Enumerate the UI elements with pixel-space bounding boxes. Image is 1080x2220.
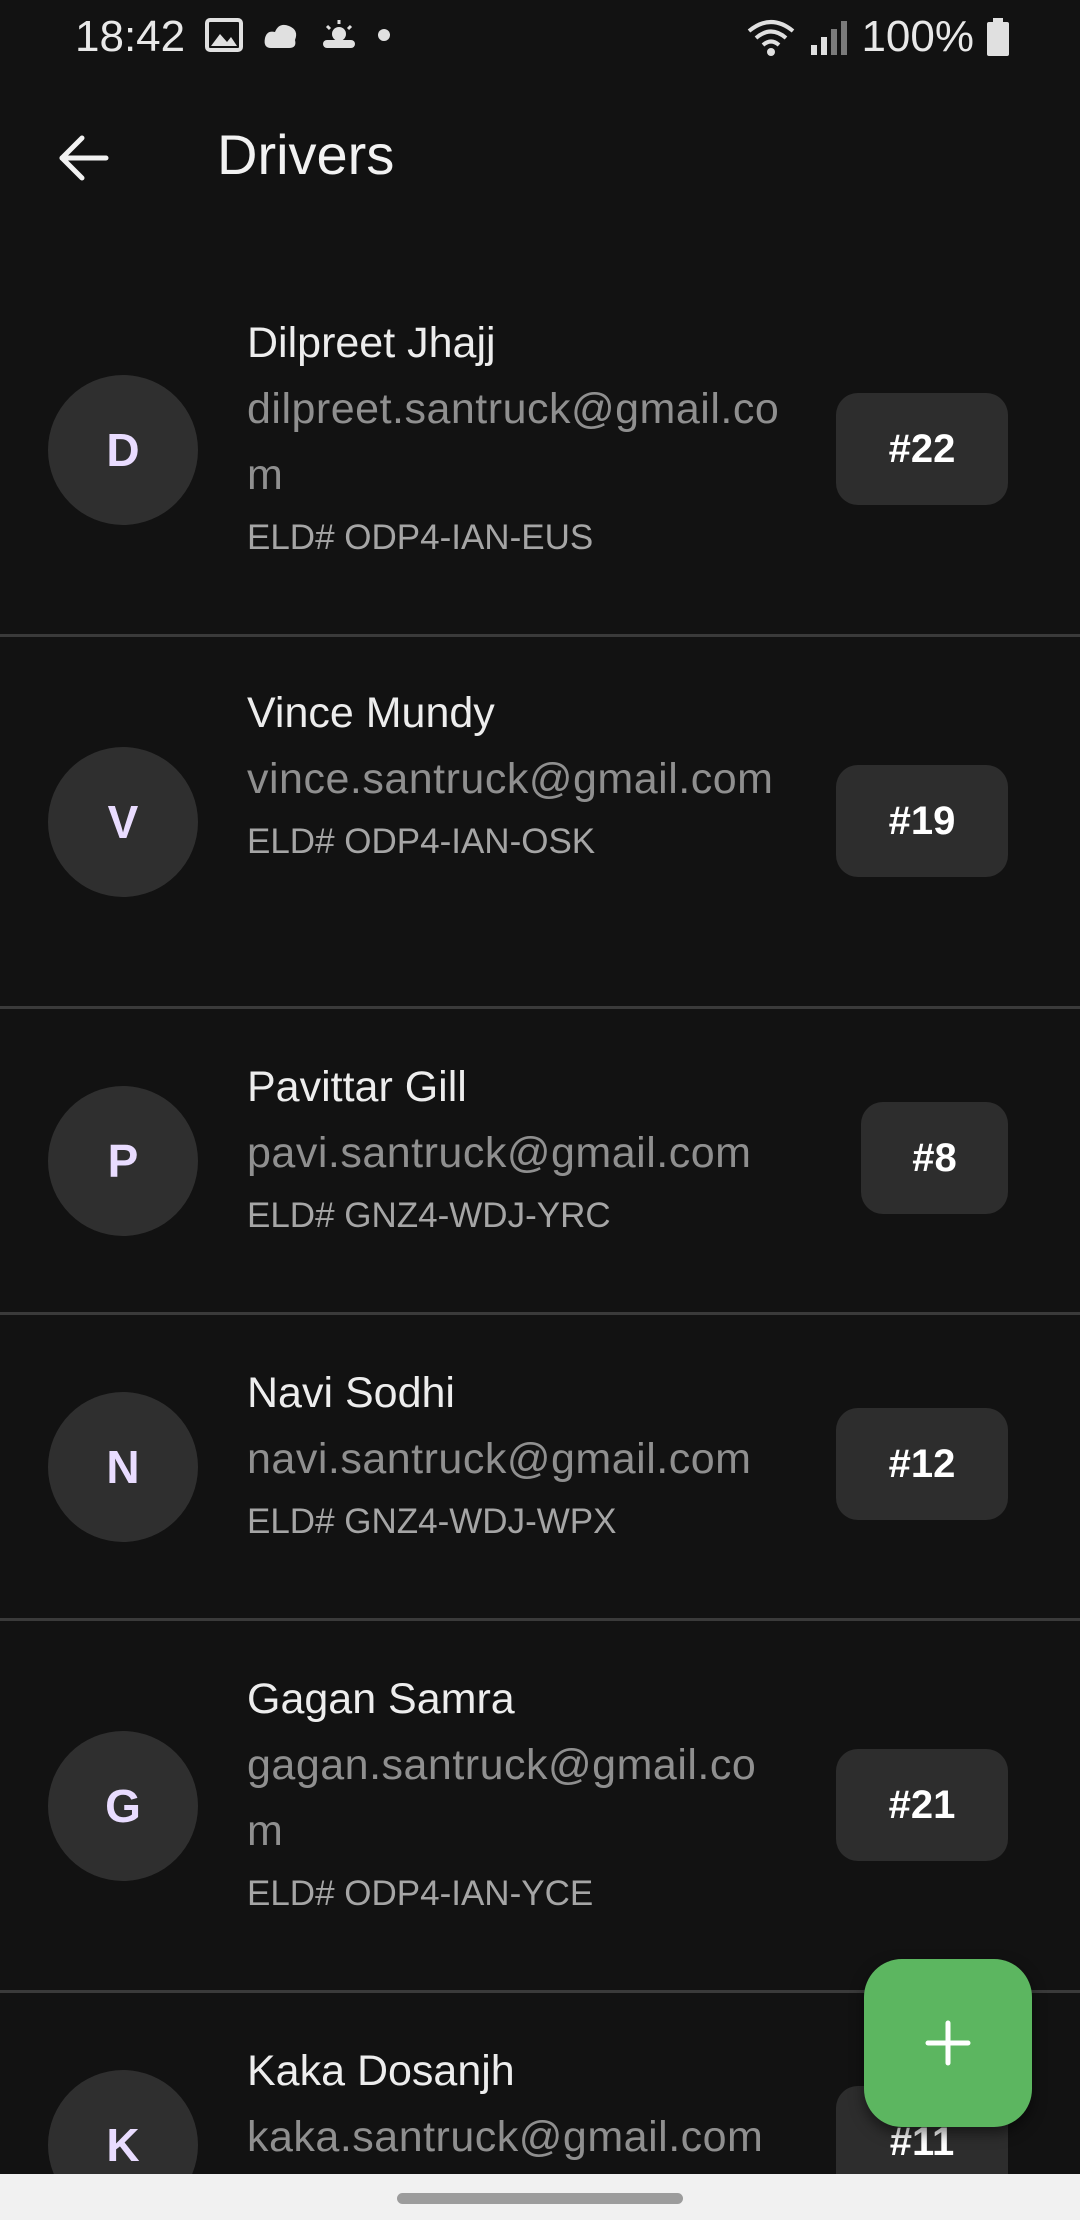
driver-eld: ELD# ODP4-IAN-YCE	[247, 1874, 594, 1913]
driver-name: Pavittar Gill	[247, 1063, 467, 1111]
page-title: Drivers	[217, 123, 395, 186]
plus-icon	[925, 2020, 971, 2066]
arrow-left-icon	[59, 135, 109, 181]
avatar: P	[48, 1086, 198, 1236]
notification-icons	[205, 18, 391, 52]
driver-name: Gagan Samra	[247, 1675, 515, 1723]
status-time: 18:42	[75, 12, 186, 61]
system-icons: 100%	[745, 12, 1010, 62]
driver-eld: ELD# ODP4-IAN-OSK	[247, 822, 596, 861]
driver-email: kaka.santruck@gmail.com	[247, 2113, 764, 2161]
battery-percent: 100%	[861, 12, 974, 61]
image-icon	[205, 18, 243, 52]
driver-row[interactable]: V Vince Mundy vince.santruck@gmail.com E…	[0, 637, 1080, 1009]
truck-number-badge: #21	[836, 1749, 1008, 1861]
driver-name: Vince Mundy	[247, 689, 495, 737]
driver-name: Dilpreet Jhajj	[247, 319, 496, 367]
avatar: N	[48, 1392, 198, 1542]
driver-row[interactable]: G Gagan Samra gagan.santruck@gmail.com E…	[0, 1621, 1080, 1993]
avatar: D	[48, 375, 198, 525]
truck-number-badge: #8	[861, 1102, 1008, 1214]
truck-number-badge: #19	[836, 765, 1008, 877]
cloud-icon	[264, 24, 297, 48]
status-bar: 18:42 100%	[0, 0, 1080, 72]
driver-row[interactable]: D Dilpreet Jhajj dilpreet.santruck@gmail…	[0, 262, 1080, 637]
truck-number-badge: #22	[836, 393, 1008, 505]
weather-icon	[323, 20, 355, 48]
avatar: G	[48, 1731, 198, 1881]
driver-name: Kaka Dosanjh	[247, 2047, 515, 2095]
system-nav-bar	[0, 2174, 1080, 2220]
battery-icon	[987, 18, 1009, 56]
driver-row[interactable]: N Navi Sodhi navi.santruck@gmail.com ELD…	[0, 1315, 1080, 1621]
back-button[interactable]	[40, 114, 128, 202]
signal-icon	[811, 21, 848, 55]
driver-email: gagan.santruck@gmail.com	[247, 1741, 757, 1855]
driver-email: pavi.santruck@gmail.com	[247, 1129, 752, 1177]
driver-eld: ELD# GNZ4-WDJ-YRC	[247, 1196, 611, 1235]
driver-eld: ELD# GNZ4-WDJ-WPX	[247, 1502, 617, 1541]
avatar: K	[48, 2070, 198, 2174]
driver-email: dilpreet.santruck@gmail.com	[247, 385, 780, 499]
driver-list: D Dilpreet Jhajj dilpreet.santruck@gmail…	[0, 262, 1080, 2174]
app-bar: Drivers	[0, 72, 1080, 242]
driver-name: Navi Sodhi	[247, 1369, 455, 1417]
truck-number-badge: #12	[836, 1408, 1008, 1520]
driver-row[interactable]: P Pavittar Gill pavi.santruck@gmail.com …	[0, 1009, 1080, 1315]
avatar: V	[48, 747, 198, 897]
driver-email: navi.santruck@gmail.com	[247, 1435, 752, 1483]
wifi-icon	[748, 20, 795, 56]
dot-icon	[378, 29, 390, 41]
add-driver-button[interactable]	[864, 1959, 1032, 2127]
driver-eld: ELD# ODP4-IAN-EUS	[247, 518, 594, 557]
driver-email: vince.santruck@gmail.com	[247, 755, 774, 803]
home-handle[interactable]	[397, 2193, 683, 2204]
